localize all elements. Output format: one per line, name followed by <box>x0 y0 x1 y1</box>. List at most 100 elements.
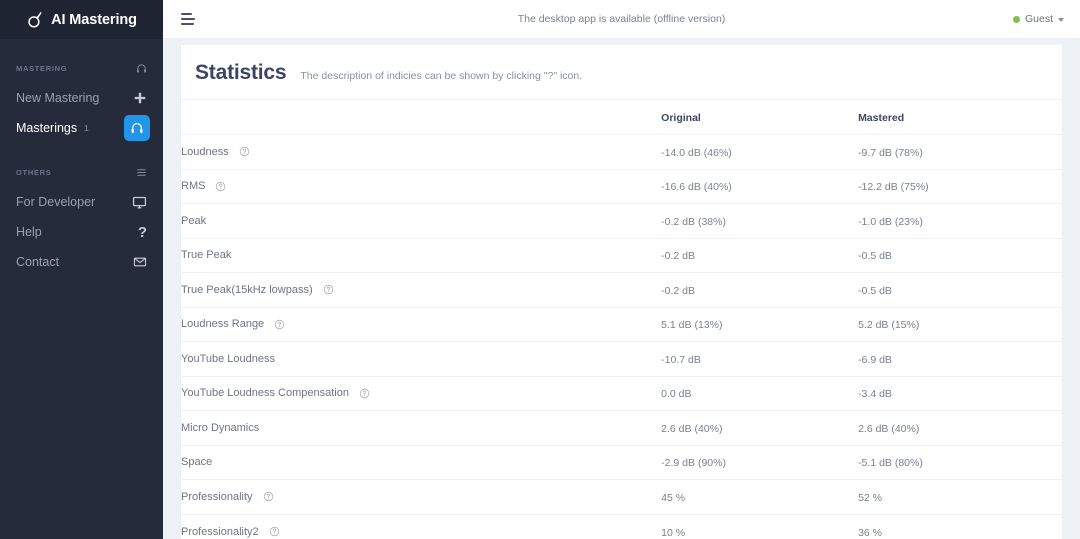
brand-header[interactable]: AI Mastering <box>0 0 163 39</box>
original-value-cell: 0.0 dB <box>661 376 858 411</box>
page-title: Statistics <box>195 61 286 85</box>
help-question-icon[interactable] <box>215 181 226 192</box>
content-area: Statistics The description of indicies c… <box>163 39 1080 539</box>
headphone-icon[interactable] <box>124 115 150 141</box>
sidebar-item-content: Masterings 1 <box>16 121 89 135</box>
ring-headphone-logo-icon <box>26 10 45 29</box>
online-status-dot <box>1013 16 1020 23</box>
table-body: Loudness-14.0 dB (46%)-9.7 dB (78%)RMS-1… <box>181 135 1062 539</box>
original-value: -0.2 dB <box>661 250 695 262</box>
help-question-icon[interactable] <box>359 388 370 399</box>
original-value: 5.1 dB (13%) <box>661 319 722 331</box>
mastered-value: -5.1 dB (80%) <box>858 457 923 469</box>
mastered-value: -9.7 dB (78%) <box>858 147 923 159</box>
sidebar-item-content: Help <box>16 225 42 239</box>
plus-icon <box>133 91 147 105</box>
original-value: 0.0 dB <box>661 388 691 400</box>
table-row: Loudness Range5.1 dB (13%)5.2 dB (15%) <box>181 307 1062 342</box>
table-row: YouTube Loudness-10.7 dB -6.9 dB <box>181 342 1062 377</box>
mastered-value-cell: 2.6 dB (40%) <box>858 411 1062 446</box>
user-menu[interactable]: Guest <box>1013 13 1064 25</box>
mastered-value-cell: -0.5 dB <box>858 238 1062 273</box>
main-region: The desktop app is available (offline ve… <box>163 0 1080 539</box>
sidebar-item-new-mastering[interactable]: New Mastering <box>0 83 163 113</box>
metric-label: Micro Dynamics <box>181 422 259 434</box>
original-value: 2.6 dB (40%) <box>661 423 722 435</box>
table-row: Micro Dynamics 2.6 dB (40%) 2.6 dB (40%) <box>181 411 1062 446</box>
sidebar-item-label: New Mastering <box>16 91 99 105</box>
original-value: -0.2 dB (38%) <box>661 216 726 228</box>
metric-name-cell: True Peak <box>181 238 661 273</box>
table-row: Space-2.9 dB (90%) -5.1 dB (80%) <box>181 445 1062 480</box>
metric-label: Professionality2 <box>181 526 259 538</box>
menu-line <box>181 23 194 25</box>
metric-label: True Peak(15kHz lowpass) <box>181 284 313 296</box>
original-value-cell: -16.6 dB (40%) <box>661 169 858 204</box>
metric-label-wrap: YouTube Loudness <box>181 353 661 365</box>
table-row: Professionality 45 %52 % <box>181 480 1062 515</box>
metric-name-cell: RMS <box>181 169 661 204</box>
sidebar-item-content: Contact <box>16 255 59 269</box>
metric-label-wrap: RMS <box>181 180 661 192</box>
sidebar-section-others: OTHERS <box>0 157 163 187</box>
sidebar-item-badge: 1 <box>84 123 89 133</box>
help-question-icon[interactable] <box>263 491 274 502</box>
metric-label: YouTube Loudness Compensation <box>181 387 349 399</box>
sidebar-item-masterings[interactable]: Masterings 1 <box>0 113 163 143</box>
original-value-cell: -10.7 dB <box>661 342 858 377</box>
sidebar-item-label: Masterings <box>16 121 77 135</box>
app-root: AI Mastering MASTERING New Mastering <box>0 0 1080 539</box>
question-mark-icon: ? <box>138 225 147 240</box>
metric-label: Loudness <box>181 146 229 158</box>
metric-name-cell: Loudness Range <box>181 307 661 342</box>
metric-label-wrap: Micro Dynamics <box>181 422 661 434</box>
metric-name-cell: Professionality <box>181 480 661 515</box>
metric-label-wrap: Professionality2 <box>181 526 661 538</box>
original-value-cell: -0.2 dB (38%) <box>661 204 858 239</box>
sidebar-item-for-developer[interactable]: For Developer <box>0 187 163 217</box>
column-header-mastered: Mastered <box>858 100 1062 135</box>
mastered-value-cell: -12.2 dB (75%) <box>858 169 1062 204</box>
sidebar-item-contact[interactable]: Contact <box>0 247 163 277</box>
help-question-icon[interactable] <box>274 319 285 330</box>
table-row: RMS -16.6 dB (40%) -12.2 dB (75%) <box>181 169 1062 204</box>
metric-label-wrap: Peak <box>181 215 661 227</box>
original-value: 10 % <box>661 527 685 539</box>
help-question-icon[interactable] <box>239 146 250 157</box>
statistics-table: Original Mastered Loudness-14.0 dB (46%)… <box>181 99 1062 539</box>
table-row: True Peak(15kHz lowpass)-0.2 dB-0.5 dB <box>181 273 1062 308</box>
desktop-app-notice: The desktop app is available (offline ve… <box>163 13 1080 25</box>
original-value: -2.9 dB (90%) <box>661 457 726 469</box>
page-subtitle: The description of indicies can be shown… <box>300 70 582 82</box>
sidebar-item-help[interactable]: Help ? <box>0 217 163 247</box>
metric-label-wrap: Space <box>181 456 661 468</box>
metric-label: True Peak <box>181 249 231 261</box>
list-icon <box>136 167 147 178</box>
mastered-value: -6.9 dB <box>858 354 892 366</box>
table-head: Original Mastered <box>181 100 1062 135</box>
metric-name-cell: YouTube Loudness Compensation <box>181 376 661 411</box>
mastered-value: 52 % <box>858 492 882 504</box>
table-row: True Peak -0.2 dB -0.5 dB <box>181 238 1062 273</box>
original-value: -10.7 dB <box>661 354 701 366</box>
original-value-cell: -2.9 dB (90%) <box>661 445 858 480</box>
help-question-icon[interactable] <box>323 284 334 295</box>
sidebar-item-label: Contact <box>16 255 59 269</box>
metric-label: Professionality <box>181 491 253 503</box>
metric-label-wrap: YouTube Loudness Compensation <box>181 387 661 399</box>
mastered-value-cell: 52 % <box>858 480 1062 515</box>
metric-name-cell: True Peak(15kHz lowpass) <box>181 273 661 308</box>
mastered-value: -1.0 dB (23%) <box>858 216 923 228</box>
metric-label-wrap: Loudness <box>181 146 661 158</box>
mastered-value-cell: -3.4 dB <box>858 376 1062 411</box>
original-value-cell: 45 % <box>661 480 858 515</box>
statistics-card: Statistics The description of indicies c… <box>181 45 1062 539</box>
original-value: -16.6 dB (40%) <box>661 181 732 193</box>
metric-name-cell: Peak <box>181 204 661 239</box>
menu-line <box>181 13 192 15</box>
menu-fold-icon[interactable] <box>181 13 195 25</box>
metric-label: RMS <box>181 180 205 192</box>
mastered-value: -3.4 dB <box>858 388 892 400</box>
help-question-icon[interactable] <box>269 526 280 537</box>
metric-name-cell: Professionality2 <box>181 514 661 539</box>
